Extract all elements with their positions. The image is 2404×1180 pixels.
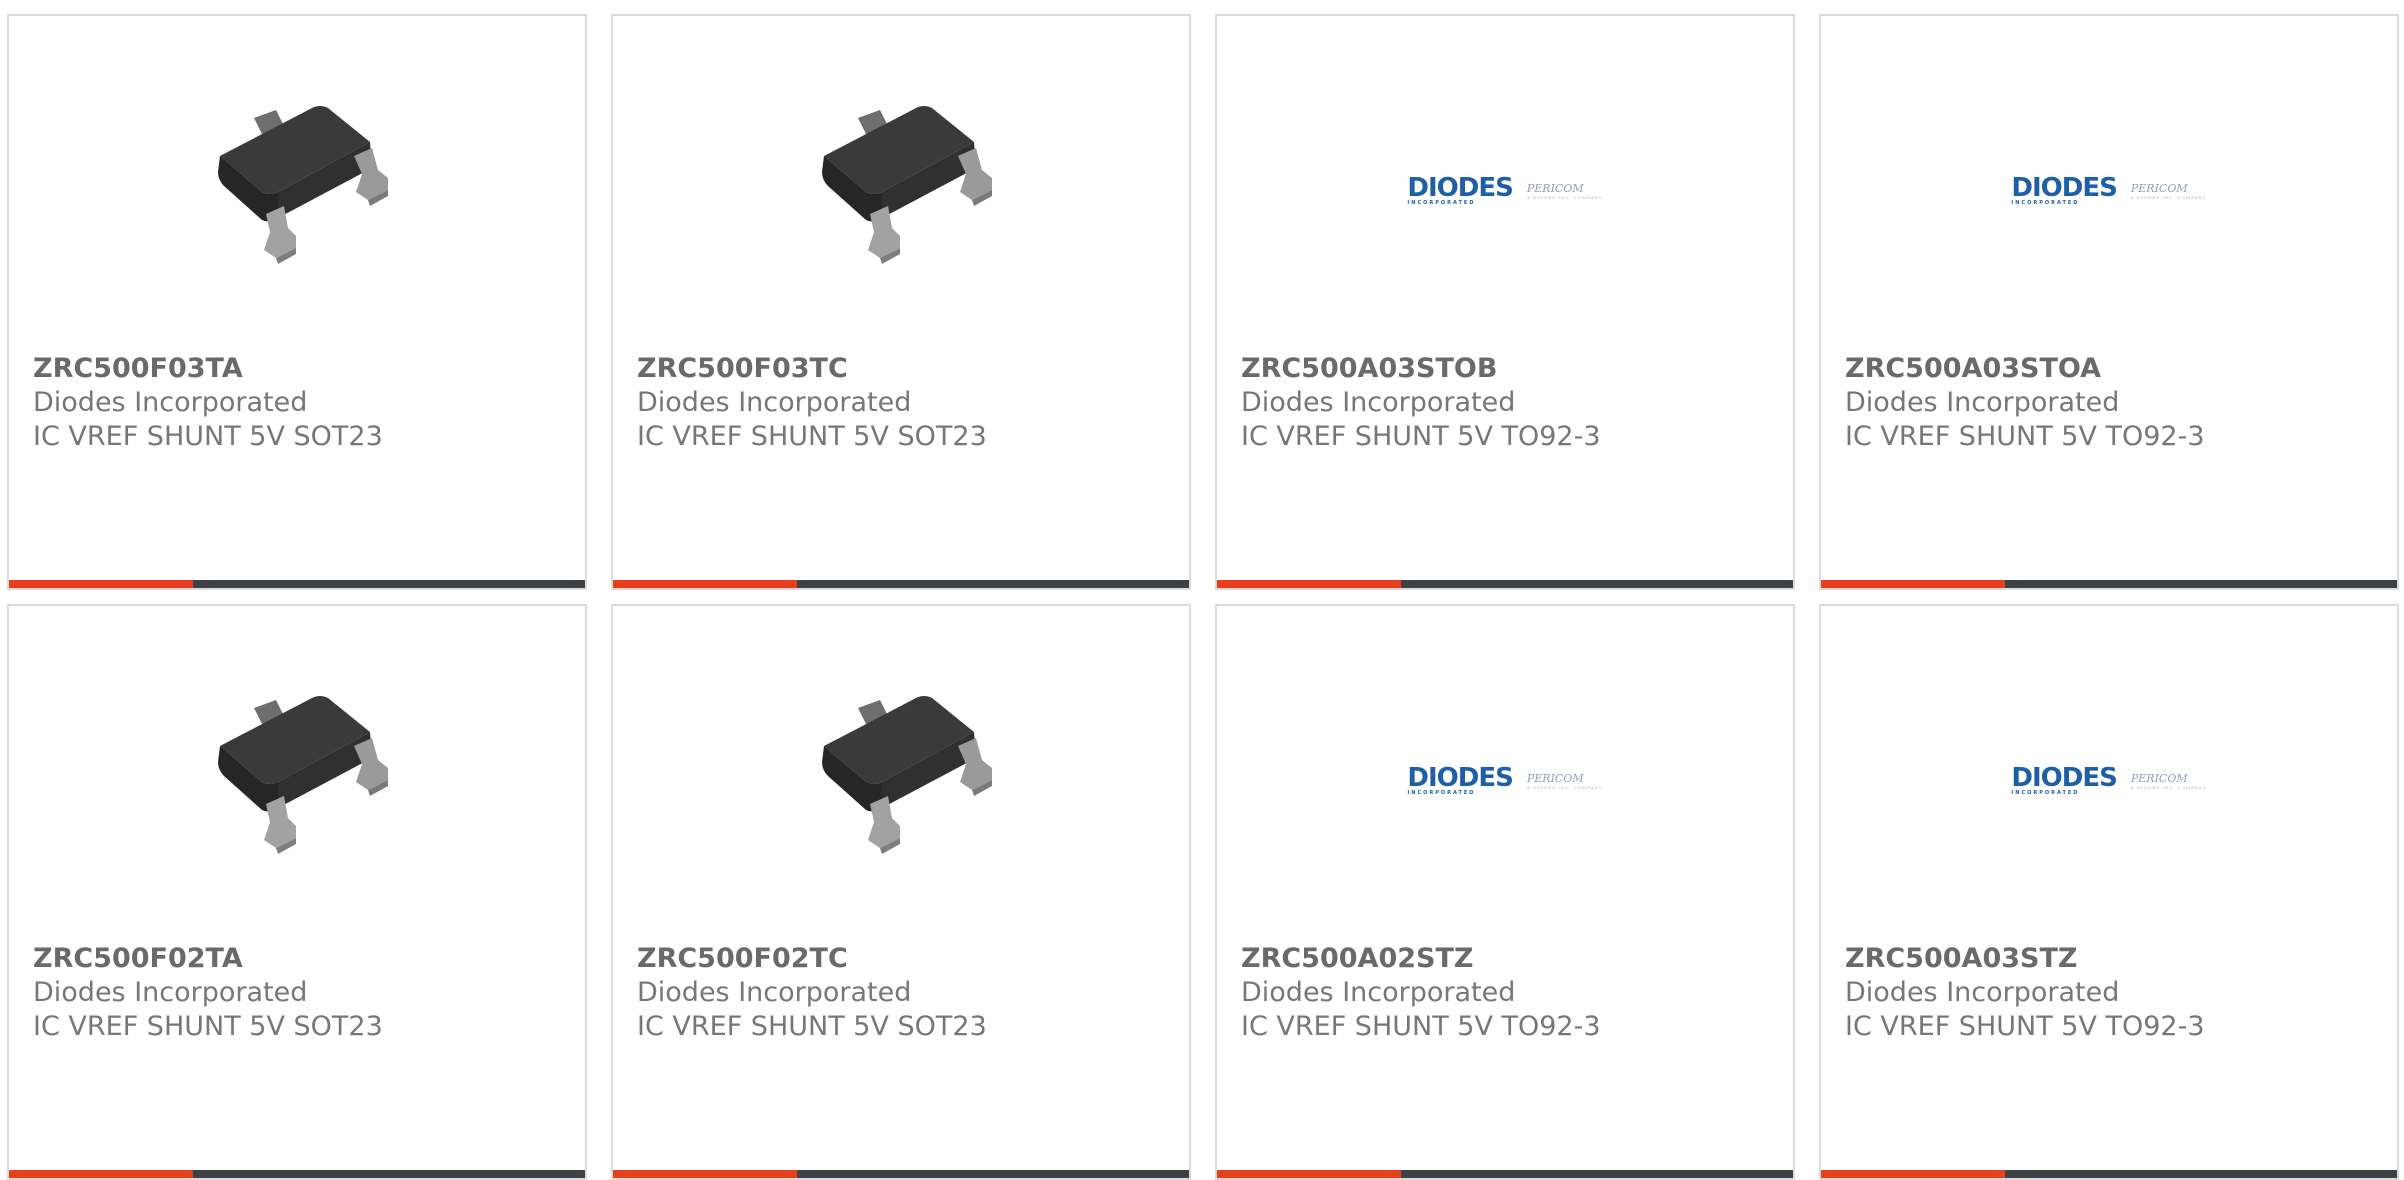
diodes-brand-mark: DIODES INCORPORATED <box>1407 173 1513 206</box>
diodes-brand-mark: DIODES INCORPORATED <box>1407 763 1513 796</box>
card-bottom-bar <box>613 1170 1189 1178</box>
diodes-logo: DIODES INCORPORATED PERICOM A DIODES INC… <box>1407 763 1603 796</box>
pericom-brand-mark: PERICOM A DIODES INC. COMPANY <box>2130 771 2207 790</box>
product-card[interactable]: ZRC500F02TA Diodes Incorporated IC VREF … <box>7 604 587 1180</box>
manufacturer-label: Diodes Incorporated <box>33 387 308 418</box>
part-number-link[interactable]: ZRC500F03TC <box>637 352 1165 386</box>
manufacturer-label: Diodes Incorporated <box>33 977 308 1008</box>
card-accent-bar <box>613 580 797 588</box>
pericom-brand-mark: PERICOM A DIODES INC. COMPANY <box>1526 181 1603 200</box>
card-bottom-bar <box>613 580 1189 588</box>
pericom-brand-subtext: A DIODES INC. COMPANY <box>1526 784 1603 790</box>
pericom-brand-subtext: A DIODES INC. COMPANY <box>1526 194 1603 200</box>
description-label: IC VREF SHUNT 5V SOT23 <box>33 421 383 452</box>
pericom-brand-subtext: A DIODES INC. COMPANY <box>2130 194 2207 200</box>
card-accent-bar <box>1217 1170 1401 1178</box>
product-info: ZRC500A03STZ Diodes Incorporated IC VREF… <box>1845 942 2373 1044</box>
card-bottom-bar <box>1217 1170 1793 1178</box>
product-card[interactable]: ZRC500F02TC Diodes Incorporated IC VREF … <box>611 604 1191 1180</box>
diodes-brand-text: DIODES <box>1407 763 1513 793</box>
manufacturer-label: Diodes Incorporated <box>1241 387 1516 418</box>
diodes-brand-mark: DIODES INCORPORATED <box>2011 173 2117 206</box>
product-info: ZRC500F03TA Diodes Incorporated IC VREF … <box>33 352 561 454</box>
product-grid: ZRC500F03TA Diodes Incorporated IC VREF … <box>7 14 2399 1180</box>
product-card[interactable]: DIODES INCORPORATED PERICOM A DIODES INC… <box>1215 14 1795 590</box>
manufacturer-label: Diodes Incorporated <box>1241 977 1516 1008</box>
product-image[interactable] <box>613 76 1189 306</box>
card-bottom-bar <box>9 1170 585 1178</box>
part-number-link[interactable]: ZRC500F02TA <box>33 942 561 976</box>
product-info: ZRC500F02TA Diodes Incorporated IC VREF … <box>33 942 561 1044</box>
product-image[interactable] <box>613 666 1189 896</box>
sot23-chip-icon <box>218 696 388 854</box>
sot23-chip-icon <box>822 696 992 854</box>
card-bottom-bar <box>9 580 585 588</box>
diodes-logo: DIODES INCORPORATED PERICOM A DIODES INC… <box>2011 173 2207 206</box>
description-label: IC VREF SHUNT 5V TO92-3 <box>1845 421 2205 452</box>
product-info: ZRC500A03STOB Diodes Incorporated IC VRE… <box>1241 352 1769 454</box>
part-number-link[interactable]: ZRC500F03TA <box>33 352 561 386</box>
product-image[interactable]: DIODES INCORPORATED PERICOM A DIODES INC… <box>1217 666 1793 896</box>
sot23-chip-icon <box>218 106 388 264</box>
description-label: IC VREF SHUNT 5V TO92-3 <box>1241 1011 1601 1042</box>
product-info: ZRC500F03TC Diodes Incorporated IC VREF … <box>637 352 1165 454</box>
diodes-brand-text: DIODES <box>2011 763 2117 793</box>
card-bottom-bar <box>1821 580 2397 588</box>
pericom-brand-text: PERICOM <box>1526 771 1584 785</box>
diodes-brand-text: DIODES <box>1407 173 1513 203</box>
product-info: ZRC500A03STOA Diodes Incorporated IC VRE… <box>1845 352 2373 454</box>
product-image[interactable] <box>9 666 585 896</box>
product-card[interactable]: ZRC500F03TA Diodes Incorporated IC VREF … <box>7 14 587 590</box>
pericom-brand-text: PERICOM <box>2130 771 2188 785</box>
part-number-link[interactable]: ZRC500A03STZ <box>1845 942 2373 976</box>
part-number-link[interactable]: ZRC500A02STZ <box>1241 942 1769 976</box>
part-number-link[interactable]: ZRC500A03STOA <box>1845 352 2373 386</box>
card-accent-bar <box>1217 580 1401 588</box>
product-info: ZRC500F02TC Diodes Incorporated IC VREF … <box>637 942 1165 1044</box>
part-number-link[interactable]: ZRC500A03STOB <box>1241 352 1769 386</box>
product-image[interactable]: DIODES INCORPORATED PERICOM A DIODES INC… <box>1217 76 1793 306</box>
product-card[interactable]: ZRC500F03TC Diodes Incorporated IC VREF … <box>611 14 1191 590</box>
diodes-brand-text: DIODES <box>2011 173 2117 203</box>
product-image[interactable]: DIODES INCORPORATED PERICOM A DIODES INC… <box>1821 666 2397 896</box>
product-image[interactable] <box>9 76 585 306</box>
product-image[interactable]: DIODES INCORPORATED PERICOM A DIODES INC… <box>1821 76 2397 306</box>
product-card[interactable]: DIODES INCORPORATED PERICOM A DIODES INC… <box>1819 14 2399 590</box>
product-info: ZRC500A02STZ Diodes Incorporated IC VREF… <box>1241 942 1769 1044</box>
description-label: IC VREF SHUNT 5V SOT23 <box>637 421 987 452</box>
diodes-brand-mark: DIODES INCORPORATED <box>2011 763 2117 796</box>
pericom-brand-text: PERICOM <box>2130 181 2188 195</box>
description-label: IC VREF SHUNT 5V TO92-3 <box>1845 1011 2205 1042</box>
card-bottom-bar <box>1217 580 1793 588</box>
card-accent-bar <box>9 580 193 588</box>
description-label: IC VREF SHUNT 5V SOT23 <box>33 1011 383 1042</box>
part-number-link[interactable]: ZRC500F02TC <box>637 942 1165 976</box>
manufacturer-label: Diodes Incorporated <box>1845 977 2120 1008</box>
sot23-chip-icon <box>822 106 992 264</box>
card-accent-bar <box>9 1170 193 1178</box>
manufacturer-label: Diodes Incorporated <box>637 387 912 418</box>
card-bottom-bar <box>1821 1170 2397 1178</box>
card-accent-bar <box>1821 1170 2005 1178</box>
description-label: IC VREF SHUNT 5V TO92-3 <box>1241 421 1601 452</box>
diodes-logo: DIODES INCORPORATED PERICOM A DIODES INC… <box>2011 763 2207 796</box>
product-card[interactable]: DIODES INCORPORATED PERICOM A DIODES INC… <box>1819 604 2399 1180</box>
card-accent-bar <box>613 1170 797 1178</box>
pericom-brand-text: PERICOM <box>1526 181 1584 195</box>
diodes-logo: DIODES INCORPORATED PERICOM A DIODES INC… <box>1407 173 1603 206</box>
manufacturer-label: Diodes Incorporated <box>637 977 912 1008</box>
pericom-brand-mark: PERICOM A DIODES INC. COMPANY <box>1526 771 1603 790</box>
manufacturer-label: Diodes Incorporated <box>1845 387 2120 418</box>
description-label: IC VREF SHUNT 5V SOT23 <box>637 1011 987 1042</box>
pericom-brand-subtext: A DIODES INC. COMPANY <box>2130 784 2207 790</box>
product-card[interactable]: DIODES INCORPORATED PERICOM A DIODES INC… <box>1215 604 1795 1180</box>
pericom-brand-mark: PERICOM A DIODES INC. COMPANY <box>2130 181 2207 200</box>
card-accent-bar <box>1821 580 2005 588</box>
